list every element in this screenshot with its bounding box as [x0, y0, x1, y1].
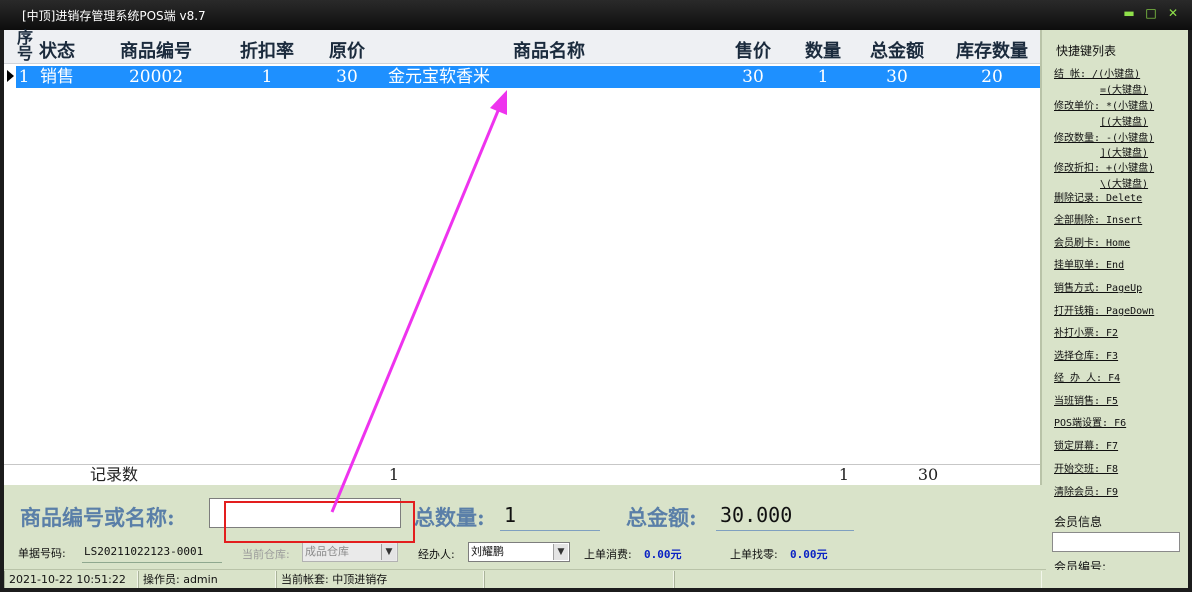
last-change-value: 0.00元: [790, 548, 828, 561]
cell-total: 30: [886, 67, 908, 87]
total-amount-label: 总金额:: [626, 505, 697, 530]
warehouse-label: 当前仓库:: [242, 548, 290, 561]
warehouse-select[interactable]: 成品仓库 ▼: [302, 542, 398, 562]
warehouse-value: 成品仓库: [305, 545, 349, 558]
last-spend-value: 0.00元: [644, 548, 682, 561]
hotkey-item[interactable]: ](大键盘): [1100, 144, 1148, 159]
cell-status: 销售: [40, 67, 74, 87]
col-header-qty[interactable]: 数量: [798, 37, 848, 63]
hotkey-title: 快捷键列表: [1056, 44, 1117, 58]
status-bar: 2021-10-22 10:51:22 操作员: admin 当前帐套: 中顶进…: [4, 569, 1188, 588]
grid-header: 序号 状态 商品编号 折扣率 原价 商品名称 售价 数量 总金额 库存数量: [4, 30, 1040, 64]
chevron-down-icon: ▼: [553, 544, 568, 560]
total-qty-label: 总数量:: [414, 505, 485, 530]
hotkey-item[interactable]: 开始交班: F8: [1054, 460, 1118, 475]
doc-no-value: LS20211022123-0001: [84, 545, 204, 558]
hotkey-item[interactable]: 锁定屏幕: F7: [1054, 437, 1118, 452]
hotkey-item[interactable]: 选择仓库: F3: [1054, 347, 1118, 362]
minimize-icon[interactable]: ▬: [1122, 6, 1136, 20]
row-indicator-icon: [7, 70, 14, 82]
col-header-code[interactable]: 商品编号: [110, 37, 202, 63]
status-account: 当前帐套: 中顶进销存: [276, 571, 484, 588]
window-title: [中顶]进销存管理系统POS端 v8.7: [22, 9, 206, 23]
sales-grid[interactable]: 序号 状态 商品编号 折扣率 原价 商品名称 售价 数量 总金额 库存数量 1 …: [4, 30, 1042, 485]
maximize-icon[interactable]: □: [1144, 6, 1158, 20]
hotkey-item[interactable]: 结 帐: /(小键盘): [1054, 65, 1140, 80]
hotkey-item[interactable]: \(大键盘): [1100, 175, 1148, 190]
handler-label: 经办人:: [418, 548, 455, 561]
cell-orig-price: 30: [336, 67, 358, 87]
cell-code: 20002: [128, 67, 184, 87]
status-datetime: 2021-10-22 10:51:22: [4, 571, 138, 588]
hotkey-item[interactable]: POS端设置: F6: [1054, 414, 1126, 429]
chevron-down-icon: ▼: [381, 544, 396, 560]
hotkey-item[interactable]: 打开钱箱: PageDown: [1054, 302, 1154, 317]
cell-seq: 1: [18, 67, 30, 87]
status-operator: 操作员: admin: [138, 571, 276, 588]
footer-count: 1: [388, 465, 400, 484]
col-header-seq: 序号: [16, 28, 33, 63]
footer-total: 30: [917, 465, 939, 484]
entry-bar: 商品编号或名称: 总数量: 1 总金额: 30.000: [4, 488, 1042, 536]
doc-no-label: 单据号码:: [18, 547, 66, 560]
handler-select[interactable]: 刘耀鹏 ▼: [468, 542, 570, 562]
cell-discount: 1: [261, 67, 273, 87]
hotkey-item[interactable]: 补打小票: F2: [1054, 324, 1118, 339]
close-icon[interactable]: ✕: [1166, 6, 1180, 20]
hotkey-item[interactable]: 销售方式: PageUp: [1054, 279, 1142, 294]
member-no-label: 会员编号:: [1054, 560, 1107, 570]
hotkey-item[interactable]: 修改单价: *(小键盘): [1054, 97, 1154, 112]
main-frame: 序号 状态 商品编号 折扣率 原价 商品名称 售价 数量 总金额 库存数量 1 …: [4, 30, 1188, 588]
grid-footer: 记录数 1 1 30: [4, 464, 1040, 485]
last-spend-label: 上单消费:: [584, 548, 632, 561]
cell-qty: 1: [817, 67, 829, 87]
hotkey-item[interactable]: 挂单取单: End: [1054, 256, 1124, 271]
col-header-total[interactable]: 总金额: [862, 37, 932, 63]
handler-value: 刘耀鹏: [471, 545, 504, 558]
footer-label: 记录数: [89, 465, 138, 484]
cell-stock: 20: [981, 67, 1003, 87]
total-qty-value: 1: [504, 503, 517, 527]
info-bar: 单据号码: LS20211022123-0001 当前仓库: 成品仓库 ▼ 经办…: [4, 539, 1042, 567]
hotkey-item[interactable]: =(大键盘): [1100, 81, 1148, 96]
last-change-label: 上单找零:: [730, 548, 778, 561]
status-empty-1: [484, 571, 674, 588]
member-input[interactable]: [1052, 532, 1180, 552]
col-header-price[interactable]: 售价: [728, 37, 778, 63]
hotkey-item[interactable]: 修改折扣: +(小键盘): [1054, 159, 1154, 174]
cell-name: 金元宝软香米: [388, 67, 490, 87]
col-header-orig-price[interactable]: 原价: [322, 37, 372, 63]
hotkey-item[interactable]: 全部删除: Insert: [1054, 211, 1142, 226]
hotkey-item[interactable]: 会员刷卡: Home: [1054, 234, 1130, 249]
total-amount-value: 30.000: [720, 503, 793, 527]
hotkey-item[interactable]: 删除记录: Delete: [1054, 189, 1142, 204]
member-info-label: 会员信息: [1054, 515, 1103, 529]
col-header-status[interactable]: 状态: [36, 37, 78, 63]
highlight-box: [224, 501, 415, 543]
hotkey-item[interactable]: 修改数量: -(小键盘): [1054, 129, 1154, 144]
hotkey-item[interactable]: [(大键盘): [1100, 113, 1148, 128]
status-empty-2: [674, 571, 1042, 588]
col-header-discount[interactable]: 折扣率: [232, 37, 302, 63]
cell-price: 30: [742, 67, 764, 87]
col-header-name[interactable]: 商品名称: [494, 37, 604, 63]
title-bar: [中顶]进销存管理系统POS端 v8.7 ▬ □ ✕: [0, 0, 1192, 30]
hotkey-item[interactable]: 经 办 人: F4: [1054, 369, 1120, 384]
col-header-stock[interactable]: 库存数量: [948, 37, 1036, 63]
hotkey-item[interactable]: 清除会员: F9: [1054, 483, 1118, 498]
code-label: 商品编号或名称:: [20, 505, 175, 530]
footer-qty: 1: [838, 465, 850, 484]
hotkey-panel: 快捷键列表 结 帐: /(小键盘) =(大键盘) 修改单价: *(小键盘) [(…: [1046, 30, 1188, 588]
hotkey-item[interactable]: 当班销售: F5: [1054, 392, 1118, 407]
